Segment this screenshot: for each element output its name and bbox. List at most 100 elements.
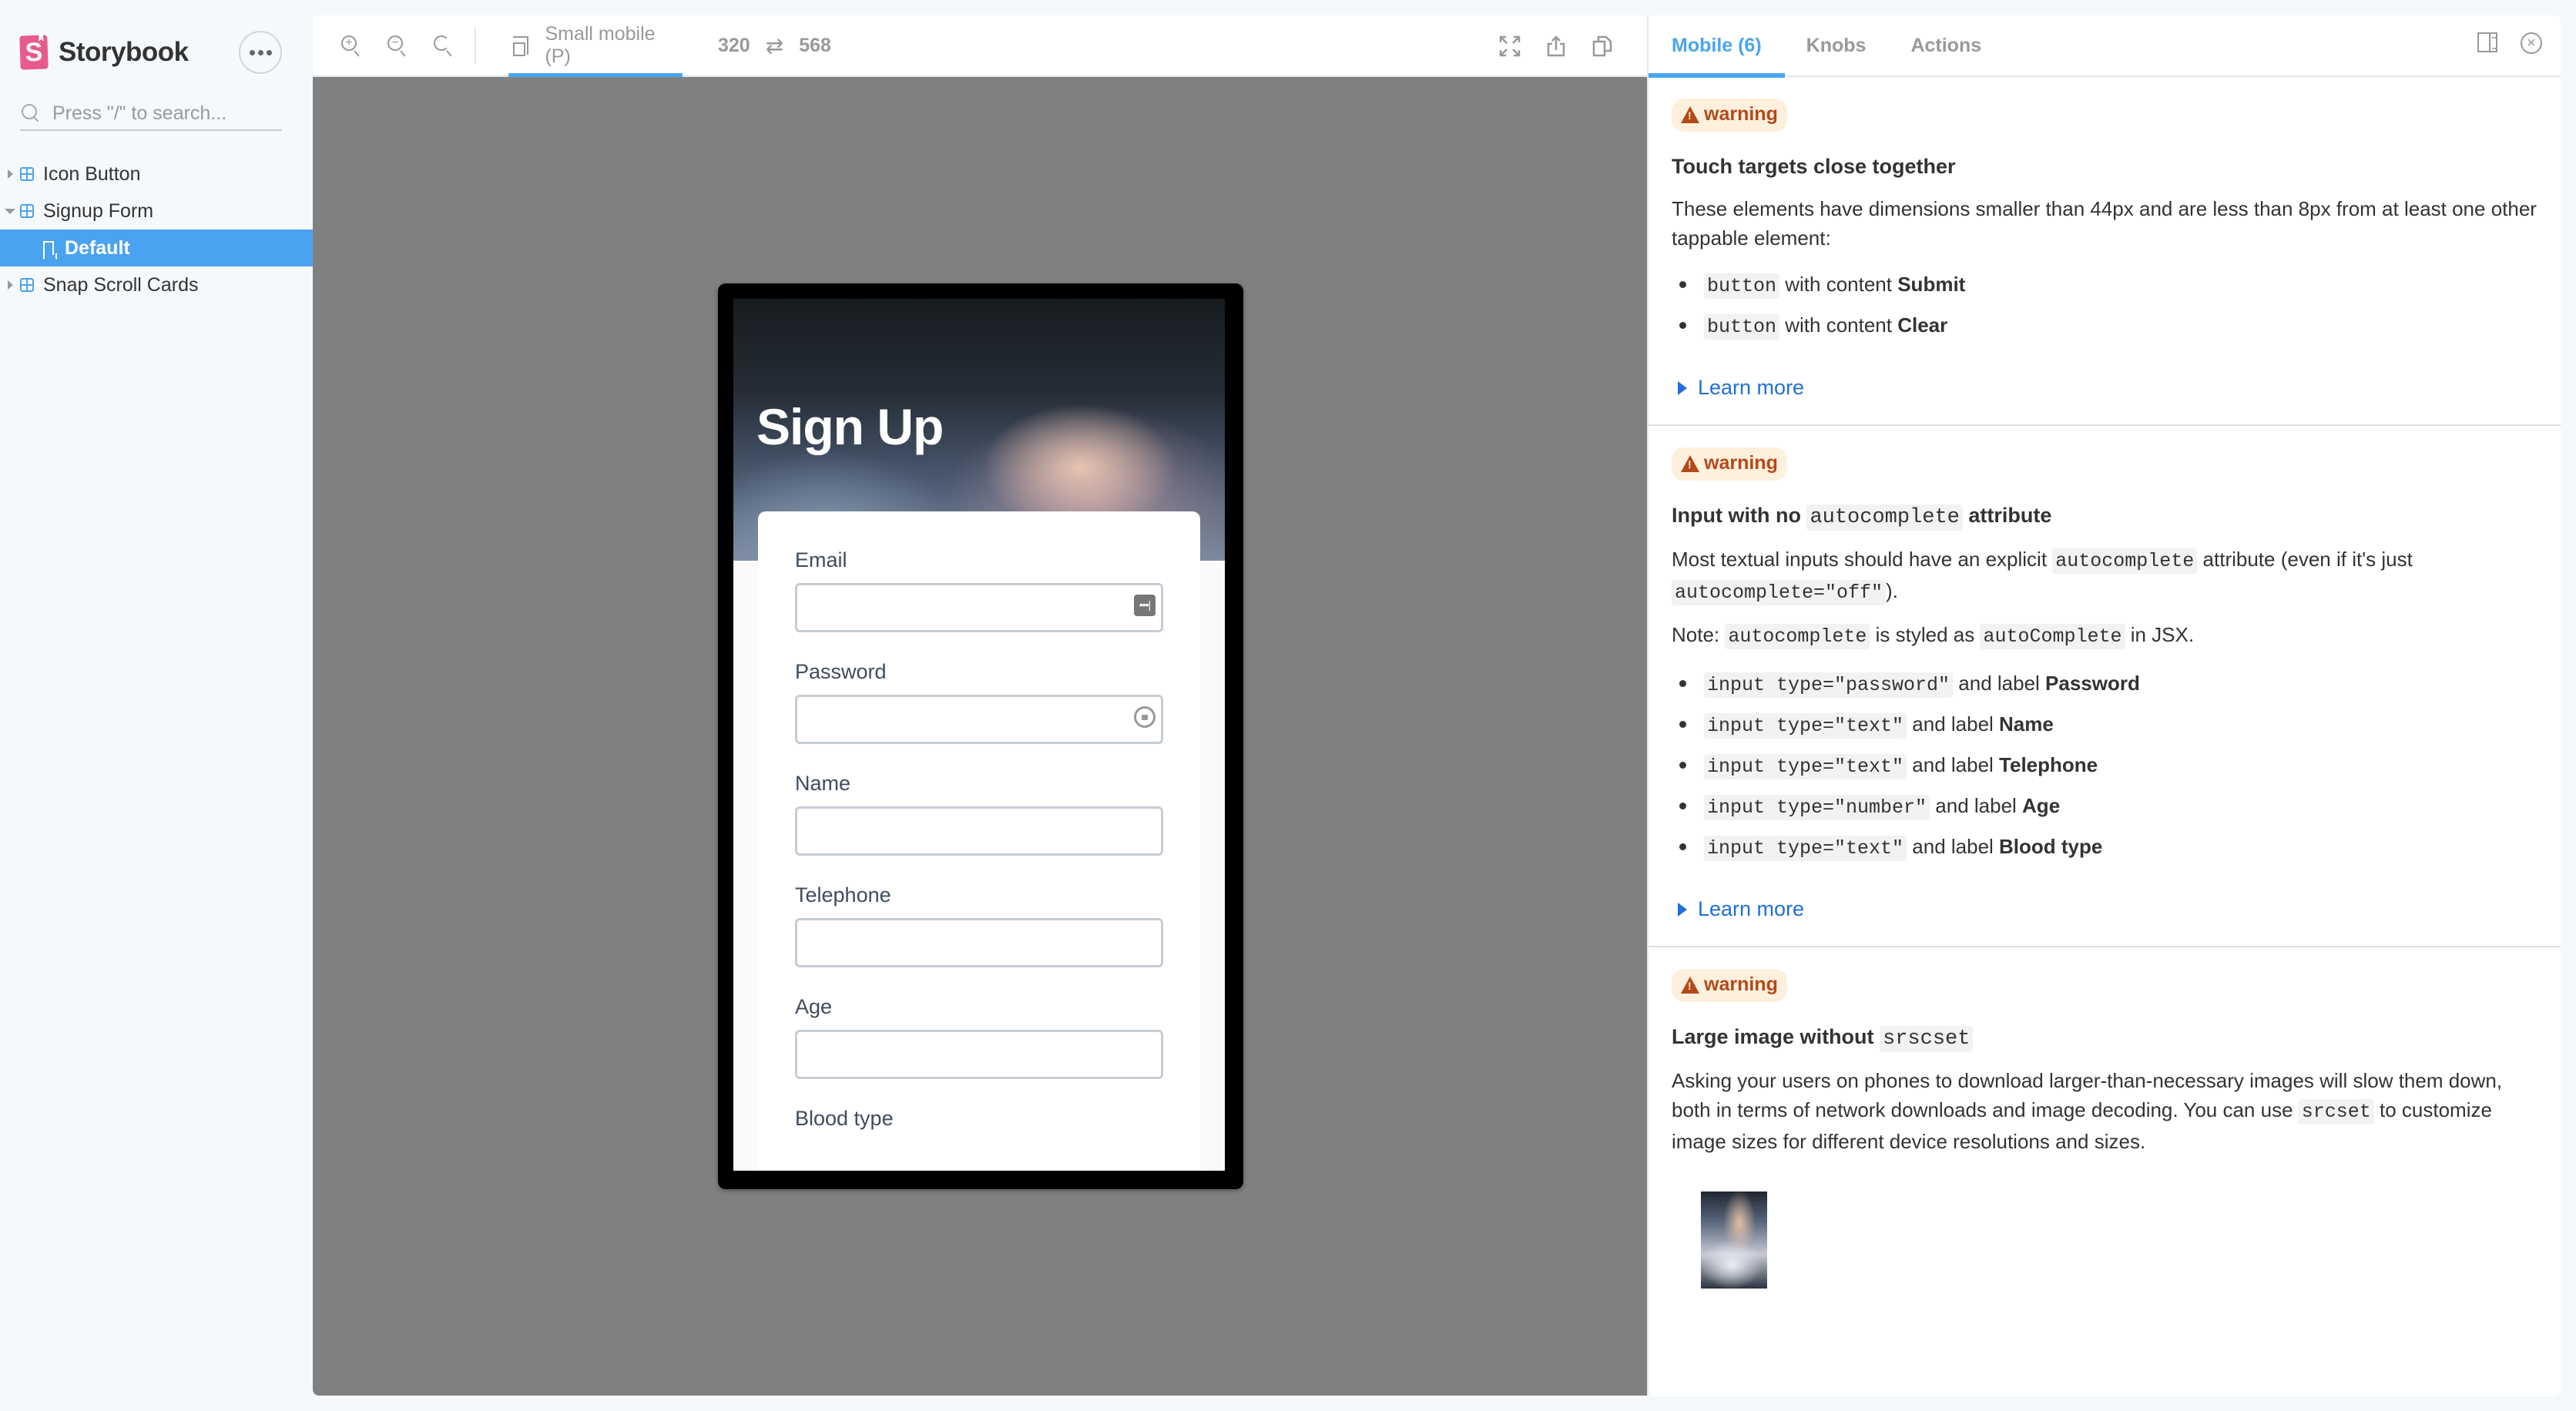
story-tree: Icon Button Signup Form Default Snap Scr… [0,156,313,303]
signup-form: Email •••| Password Name Telephone Age B… [758,511,1200,1171]
viewport-selector[interactable]: Small mobile (P) [491,15,683,78]
preview-area: + − Small mobile (P) 320 ⇄ 568 Sign Up E… [313,15,1647,1396]
telephone-field: Telephone [795,883,1163,967]
password-field: Password [795,660,1163,744]
zoom-in-button[interactable]: + [328,22,374,69]
tree-item-label: Signup Form [43,199,154,222]
warning-badge: warning [1672,99,1787,132]
disclosure-triangle-icon [1678,902,1687,917]
blood-type-label: Blood type [795,1107,894,1130]
email-input[interactable] [795,583,1163,632]
zoom-reset-icon [434,35,454,57]
rotate-viewport-icon[interactable]: ⇄ [766,33,783,59]
story-iframe: Sign Up Email •••| Password Name Telepho… [733,299,1225,1171]
tab-knobs[interactable]: Knobs [1806,15,1867,76]
generate-password-icon[interactable] [1134,706,1156,728]
more-options-button[interactable] [239,31,282,74]
tab-actions[interactable]: Actions [1910,15,1981,76]
issue-title: Touch targets close together [1672,155,1956,178]
issue-description: These elements have dimensions smaller t… [1672,197,2537,250]
issue-item: warning Large image without srscset Aski… [1649,947,2561,1313]
email-field: Email •••| [795,548,1163,632]
warning-badge: warning [1672,447,1787,481]
brand-name: Storybook [59,37,189,67]
tree-item-icon-button[interactable]: Icon Button [0,156,313,193]
fullscreen-button[interactable] [1487,23,1533,69]
close-panel-icon[interactable]: × [2521,32,2542,54]
device-icon [513,36,529,56]
brand[interactable]: S Storybook [19,35,189,70]
storybook-logo-icon: S [19,35,49,70]
issue-elements: button with content Submit button with c… [1672,265,2539,347]
learn-more-toggle[interactable]: Learn more [1672,376,1804,400]
zoom-out-icon: − [387,35,408,57]
ellipsis-icon [249,49,255,55]
search-icon [22,104,40,122]
copy-link-button[interactable] [1579,23,1625,69]
tree-item-label: Icon Button [43,163,141,185]
panel-orientation-icon[interactable] [2477,32,2497,52]
offending-image-thumbnail [1701,1191,1767,1289]
name-field: Name [795,772,1163,856]
bookmark-icon [43,241,54,255]
issues-list: warning Touch targets close together The… [1649,77,2561,1313]
caret-down-icon [5,208,15,214]
zoom-in-icon: + [341,35,361,57]
warning-icon [1681,976,1699,994]
issue-element: button with content Clear [1672,306,2539,347]
fullscreen-icon [1499,35,1521,57]
issue-element: button with content Submit [1672,265,2539,306]
tree-item-label: Default [65,236,130,259]
age-field: Age [795,995,1163,1079]
password-manager-icon[interactable]: •••| [1134,595,1156,616]
field-label: Email [795,548,847,571]
warning-icon [1681,454,1699,472]
zoom-reset-button[interactable] [421,22,467,69]
zoom-out-button[interactable]: − [374,22,421,69]
page-title: Sign Up [756,398,944,455]
field-label: Name [795,772,851,795]
tree-item-snap-scroll-cards[interactable]: Snap Scroll Cards [0,266,313,303]
tree-item-signup-form[interactable]: Signup Form [0,193,313,230]
name-input[interactable] [795,806,1163,856]
issue-elements: input type="password" and label Password… [1672,664,2539,868]
telephone-input[interactable] [795,918,1163,967]
copy-icon [1592,35,1612,57]
learn-more-toggle[interactable]: Learn more [1672,897,1804,921]
issue-title: Input with no autocomplete attribute [1672,504,2052,531]
search-box [20,97,282,131]
viewport-dimensions: 320 ⇄ 568 [718,33,831,59]
disclosure-triangle-icon [1678,380,1687,395]
ellipsis-dot [266,49,272,55]
toolbar-divider [475,27,476,64]
component-icon [20,278,34,292]
warning-icon [1681,106,1699,123]
preview-canvas: Sign Up Email •••| Password Name Telepho… [313,77,1647,1396]
issue-title: Large image without srscset [1672,1025,2539,1052]
issue-element: input type="text" and label Telephone [1672,746,2539,786]
device-frame: Sign Up Email •••| Password Name Telepho… [718,283,1243,1189]
ellipsis-dot [257,49,263,55]
caret-right-icon [7,280,13,290]
share-button[interactable] [1533,23,1579,69]
issue-item: warning Touch targets close together The… [1649,77,2561,426]
share-icon [1547,35,1565,57]
sidebar: S Storybook Icon Button Signup Form Defa… [0,0,313,1411]
issue-element: input type="password" and label Password [1672,664,2539,705]
panel-tabs: Mobile (6) Knobs Actions × [1649,15,2561,78]
component-icon [20,204,34,218]
viewport-height: 568 [799,34,831,56]
issue-element: input type="number" and label Age [1672,786,2539,827]
preview-toolbar: + − Small mobile (P) 320 ⇄ 568 [313,15,1647,78]
warning-badge: warning [1672,969,1787,1002]
field-label: Telephone [795,883,891,907]
age-input[interactable] [795,1030,1163,1079]
tree-item-default-story[interactable]: Default [0,230,313,266]
password-input[interactable] [795,695,1163,744]
search-input[interactable] [52,102,276,125]
tab-mobile[interactable]: Mobile (6) [1649,15,1785,78]
field-label: Password [795,660,887,683]
issue-element: input type="text" and label Name [1672,705,2539,746]
issue-description: Asking your users on phones to download … [1672,1069,2503,1153]
issue-element: input type="text" and label Blood type [1672,827,2539,868]
